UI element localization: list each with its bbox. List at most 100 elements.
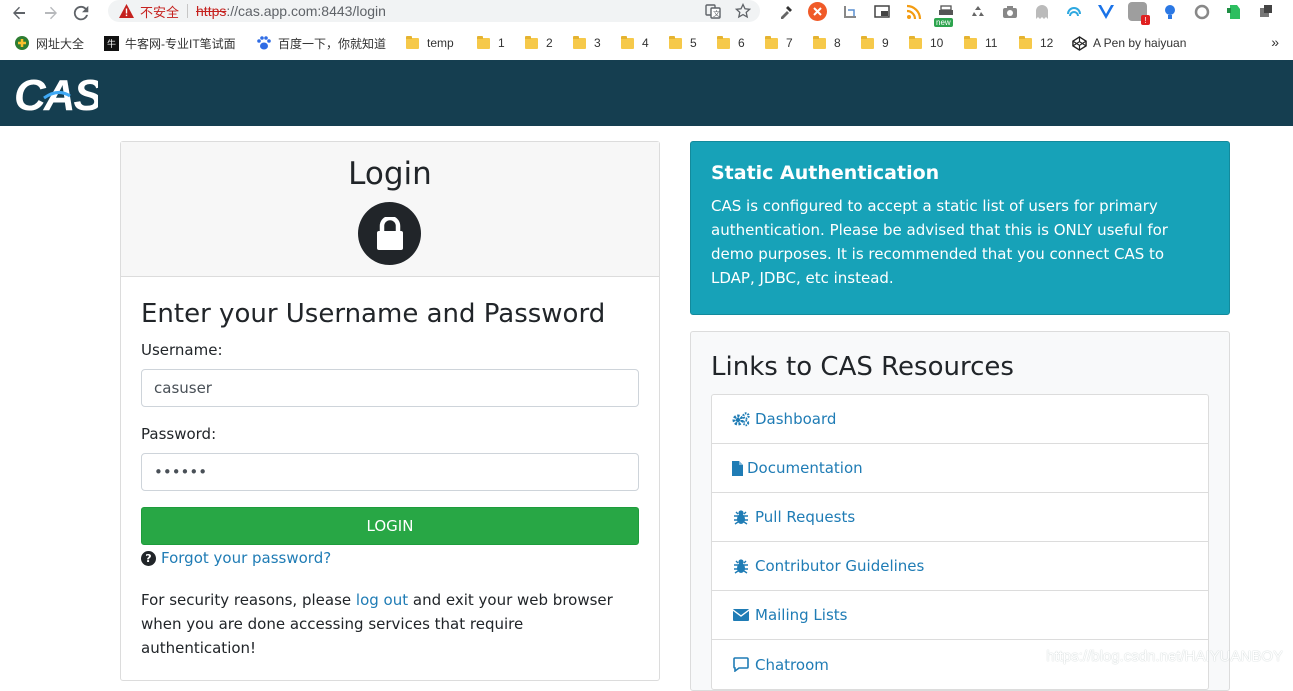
arrow-left-icon <box>11 5 27 21</box>
bookmark-label: 5 <box>690 36 697 50</box>
window-icon[interactable] <box>872 2 891 21</box>
codepen-icon <box>1071 35 1087 51</box>
folder-icon <box>717 38 730 49</box>
reload-button[interactable] <box>70 2 92 24</box>
bookmark-folder[interactable]: 8 <box>813 26 841 60</box>
resource-label: Mailing Lists <box>755 606 847 624</box>
resources-title: Links to CAS Resources <box>711 352 1209 382</box>
bookmark-item[interactable]: 牛 牛客网-专业IT笔试面 <box>103 26 236 60</box>
login-button[interactable]: LOGIN <box>141 507 639 545</box>
blocker-icon[interactable] <box>808 2 827 21</box>
password-label: Password: <box>141 425 639 443</box>
username-input[interactable] <box>141 369 639 407</box>
browser-toolbar: 不安全 https://cas.app.com:8443/login 文 new… <box>0 0 1293 26</box>
bookmark-folder[interactable]: 3 <box>573 26 601 60</box>
ruler-icon[interactable] <box>840 2 859 21</box>
translate-icon[interactable]: 文 <box>704 2 722 20</box>
bookmark-folder[interactable]: 10 <box>909 26 943 60</box>
url-rest: ://cas.app.com:8443/login <box>226 3 386 19</box>
forgot-password-link[interactable]: Forgot your password? <box>161 549 331 567</box>
nowcoder-icon: 牛 <box>103 35 119 51</box>
bulb-icon[interactable] <box>1160 2 1179 21</box>
folder-icon <box>861 38 874 49</box>
folder-icon <box>964 38 977 49</box>
cas-header: CAS <box>0 60 1293 126</box>
bug-icon <box>731 557 751 575</box>
bookmark-item[interactable]: 百度一下，你就知道 <box>256 26 386 60</box>
security-note: For security reasons, please log out and… <box>141 588 639 660</box>
folder-icon <box>1019 38 1032 49</box>
envelope-icon <box>731 606 751 624</box>
alert-badge: ! <box>1141 15 1150 25</box>
resource-label: Chatroom <box>755 656 829 674</box>
bug-icon <box>731 508 751 526</box>
resource-link-pull-requests[interactable]: Pull Requests <box>712 493 1208 542</box>
static-auth-alert: Static Authentication CAS is configured … <box>690 141 1230 315</box>
bookmark-folder[interactable]: 9 <box>861 26 889 60</box>
resource-label: Pull Requests <box>755 508 855 526</box>
bookmark-item[interactable]: 网址大全 <box>14 26 84 60</box>
resource-link-mailing-lists[interactable]: Mailing Lists <box>712 591 1208 640</box>
bookmark-folder[interactable]: temp <box>406 26 454 60</box>
bookmark-label: 3 <box>594 36 601 50</box>
bookmark-folder[interactable]: 6 <box>717 26 745 60</box>
arrow-right-icon <box>43 5 59 21</box>
camera-icon[interactable] <box>1000 2 1019 21</box>
bookmark-folder[interactable]: 12 <box>1019 26 1053 60</box>
bookmark-label: 百度一下，你就知道 <box>278 35 386 52</box>
resource-link-documentation[interactable]: Documentation <box>712 444 1208 493</box>
eyedropper-icon[interactable] <box>776 2 795 21</box>
login-card: Login Enter your Username and Password U… <box>120 141 660 681</box>
resource-link-dashboard[interactable]: Dashboard <box>712 395 1208 444</box>
bookmark-label: 9 <box>882 36 889 50</box>
baidu-paw-icon <box>256 35 272 51</box>
logout-link[interactable]: log out <box>356 591 408 609</box>
back-button[interactable] <box>8 2 30 24</box>
bookmark-folder[interactable]: 1 <box>477 26 505 60</box>
globe-icon <box>14 35 30 51</box>
recycle-icon[interactable] <box>968 2 987 21</box>
puzzle-icon[interactable] <box>1256 2 1275 21</box>
folder-icon <box>406 38 419 49</box>
login-title: Login <box>121 156 659 192</box>
lock-icon <box>358 202 421 265</box>
bookmarks-bar: 网址大全 牛 牛客网-专业IT笔试面 百度一下，你就知道 temp 1 2 3 … <box>0 26 1293 60</box>
username-label: Username: <box>141 341 639 359</box>
svg-text:牛: 牛 <box>107 38 116 50</box>
vue-icon[interactable] <box>1096 2 1115 21</box>
bookmark-item[interactable]: A Pen by haiyuan <box>1071 26 1186 60</box>
bookmark-folder[interactable]: 2 <box>525 26 553 60</box>
forward-button[interactable] <box>40 2 62 24</box>
circle-icon[interactable] <box>1192 2 1211 21</box>
resource-link-contributor-guidelines[interactable]: Contributor Guidelines <box>712 542 1208 591</box>
cogs-icon <box>731 410 751 428</box>
extension-alert-icon[interactable]: ! <box>1128 2 1147 21</box>
cas-logo[interactable]: CAS <box>14 68 98 114</box>
url-text[interactable]: https://cas.app.com:8443/login <box>196 3 386 19</box>
svg-text:文: 文 <box>713 9 720 18</box>
bookmark-label: 1 <box>498 36 505 50</box>
evernote-icon[interactable] <box>1224 2 1243 21</box>
address-bar[interactable]: 不安全 https://cas.app.com:8443/login 文 <box>108 0 760 22</box>
question-circle-icon: ? <box>141 551 156 566</box>
printer-icon[interactable]: new <box>936 2 955 21</box>
resource-label: Dashboard <box>755 410 836 428</box>
bookmark-label: 网址大全 <box>36 35 84 52</box>
bookmark-label: 12 <box>1040 36 1053 50</box>
password-input[interactable] <box>141 453 639 491</box>
bookmark-star-icon[interactable] <box>734 2 752 20</box>
wave-icon[interactable] <box>1064 2 1083 21</box>
rss-icon[interactable] <box>904 2 923 21</box>
bookmark-folder[interactable]: 4 <box>621 26 649 60</box>
bookmark-folder[interactable]: 11 <box>964 26 997 60</box>
security-label[interactable]: 不安全 <box>140 2 179 21</box>
bookmarks-overflow-button[interactable]: » <box>1271 34 1279 50</box>
ghost-icon[interactable] <box>1032 2 1051 21</box>
resource-label: Contributor Guidelines <box>755 557 924 575</box>
bookmark-folder[interactable]: 7 <box>765 26 793 60</box>
bookmark-folder[interactable]: 5 <box>669 26 697 60</box>
form-heading: Enter your Username and Password <box>141 299 639 329</box>
static-auth-text: CAS is configured to accept a static lis… <box>711 194 1209 290</box>
resources-list: Dashboard Documentation Pull Requests Co… <box>711 394 1209 690</box>
folder-icon <box>573 38 586 49</box>
